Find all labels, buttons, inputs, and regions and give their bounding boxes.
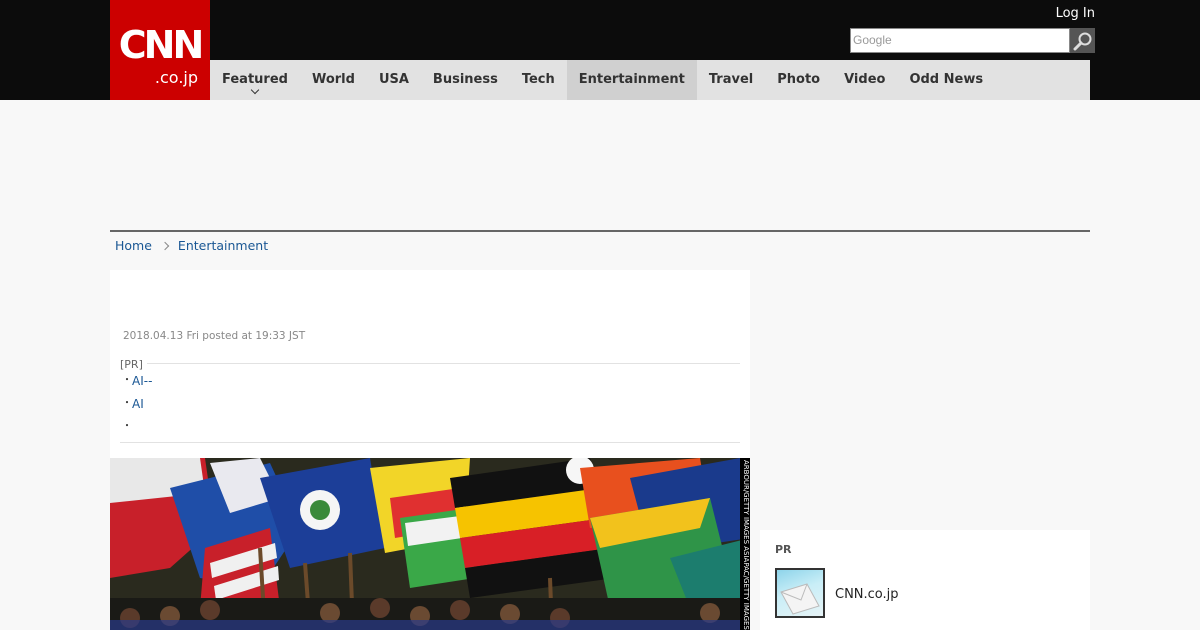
pr-bullet: ・ [122,375,132,386]
sidebar-pr-title: PR [775,543,792,556]
article-card: 2018.04.13 Fri posted at 19:33 JST [PR] … [110,270,750,630]
nav-label: Video [844,72,886,87]
nav-entertainment[interactable]: Entertainment [566,60,697,100]
nav-photo[interactable]: Photo [765,60,832,100]
cnn-logo[interactable]: CNN .co.jp [110,0,210,100]
nav-featured[interactable]: Featured [210,60,300,100]
nav-travel[interactable]: Travel [697,60,765,100]
list-item: ・ AI [122,397,152,420]
nav-label: Entertainment [578,72,685,87]
pr-top-divider [120,363,740,364]
chevron-right-icon [160,241,170,250]
nav-label: USA [378,72,409,87]
main-nav: Featured World USA Business Tech Enterta… [210,60,1090,100]
section-divider [110,230,1090,232]
nav-label: Photo [777,72,821,87]
site-header: CNN .co.jp Log In Google Featured World … [0,0,1200,100]
logo-main-text: CNN [118,23,205,67]
photo-credit: ARBOUR/GETTY IMAGES ASIAPAC/GETTY IMAGES [742,460,750,630]
nav-label: Tech [521,72,555,87]
nav-usa[interactable]: USA [367,60,421,100]
list-item: ・ [122,420,152,443]
nav-label: Business [432,72,498,87]
chevron-down-icon [250,85,260,95]
nav-odd-news[interactable]: Odd News [897,60,995,100]
nav-label: Travel [708,72,754,87]
pr-list: ・ AI-- ・ AI ・ [122,374,152,443]
breadcrumb-home[interactable]: Home [115,238,152,253]
sidebar-pr-link[interactable]: CNN.co.jp [835,587,899,602]
login-link[interactable]: Log In [1056,6,1095,21]
sidebar-pr-box: PR CNN.co.jp [760,530,1090,630]
pr-bullet: ・ [122,421,132,432]
nav-business[interactable]: Business [421,60,510,100]
photo-credit-strip: ARBOUR/GETTY IMAGES ASIAPAC/GETTY IMAGES [740,458,750,630]
nav-video[interactable]: Video [832,60,897,100]
search-button[interactable] [1070,28,1095,53]
nav-label: Odd News [909,72,984,87]
search-icon [1073,32,1091,50]
breadcrumb-section[interactable]: Entertainment [178,238,268,253]
article-photo: ARBOUR/GETTY IMAGES ASIAPAC/GETTY IMAGES [110,458,750,630]
breadcrumb: Home Entertainment [115,238,268,253]
pr-bottom-divider [120,442,740,443]
flags-image [110,458,750,630]
logo-sub-text: .co.jp [154,68,198,87]
list-item: ・ AI-- [122,374,152,397]
mail-icon[interactable] [775,568,825,618]
nav-world[interactable]: World [300,60,367,100]
article-date: 2018.04.13 Fri posted at 19:33 JST [123,330,306,342]
pr-label: [PR] [120,358,147,371]
nav-label: World [311,72,355,87]
pr-link[interactable]: AI-- [132,374,152,388]
pr-link[interactable]: AI [132,397,144,411]
pr-bullet: ・ [122,398,132,409]
nav-tech[interactable]: Tech [510,60,567,100]
search-input[interactable]: Google [850,28,1070,53]
